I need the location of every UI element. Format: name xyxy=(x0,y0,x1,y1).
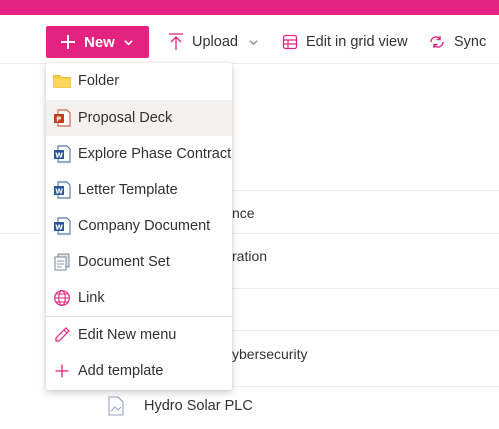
menu-item-label: Explore Phase Contract xyxy=(78,146,232,162)
row-divider xyxy=(232,386,499,387)
word-icon: W xyxy=(53,217,71,235)
folder-icon xyxy=(53,72,71,90)
document-set-icon xyxy=(53,253,71,271)
grid-label: Edit in grid view xyxy=(306,34,408,50)
plus-icon xyxy=(61,35,75,49)
upload-icon xyxy=(169,33,183,50)
menu-item-letter-template[interactable]: W Letter Template xyxy=(46,172,232,208)
menu-item-folder[interactable]: Folder xyxy=(46,63,232,99)
menu-item-link[interactable]: Link xyxy=(46,280,232,316)
menu-item-add-template[interactable]: Add template xyxy=(46,353,232,389)
list-item[interactable]: nce xyxy=(232,205,499,221)
new-button-label: New xyxy=(84,33,115,51)
new-button[interactable]: New xyxy=(46,26,149,58)
menu-item-label: Letter Template xyxy=(78,182,178,198)
word-icon: W xyxy=(53,145,71,163)
menu-item-company-document[interactable]: W Company Document xyxy=(46,208,232,244)
menu-item-label: Proposal Deck xyxy=(78,110,173,126)
row-divider xyxy=(232,330,499,331)
menu-item-edit-new-menu[interactable]: Edit New menu xyxy=(46,317,232,353)
pencil-icon xyxy=(53,326,71,344)
list-item[interactable]: Hydro Solar PLC xyxy=(108,396,253,416)
list-item-label: Hydro Solar PLC xyxy=(144,398,253,414)
upload-button[interactable]: Upload xyxy=(168,26,259,58)
menu-item-explore-phase-contract[interactable]: W Explore Phase Contract xyxy=(46,136,232,172)
menu-item-label: Edit New menu xyxy=(78,327,177,343)
globe-icon xyxy=(53,289,71,307)
word-icon: W xyxy=(53,181,71,199)
row-divider xyxy=(232,190,499,191)
svg-text:W: W xyxy=(55,187,63,195)
suite-header xyxy=(0,0,499,15)
sync-button[interactable]: Sync xyxy=(428,26,486,58)
list-item[interactable]: ybersecurity xyxy=(232,346,499,362)
menu-item-label: Link xyxy=(78,290,105,306)
row-divider xyxy=(232,233,499,234)
command-bar: New Upload Edit in grid view Sync xyxy=(0,15,499,64)
menu-item-proposal-deck[interactable]: P Proposal Deck xyxy=(46,100,232,136)
svg-text:W: W xyxy=(55,223,63,231)
menu-item-label: Document Set xyxy=(78,254,170,270)
chevron-down-icon xyxy=(124,39,133,46)
svg-text:P: P xyxy=(56,115,61,123)
new-menu: Folder P Proposal Deck W Explore Phase C… xyxy=(46,63,232,390)
sync-label: Sync xyxy=(454,34,487,50)
sync-icon xyxy=(430,36,444,48)
document-icon xyxy=(108,396,124,416)
menu-item-label: Company Document xyxy=(78,218,211,234)
menu-item-label: Add template xyxy=(78,363,164,379)
list-item[interactable]: ration xyxy=(232,248,499,264)
left-divider xyxy=(0,233,40,234)
grid-icon xyxy=(282,34,298,50)
svg-text:W: W xyxy=(55,151,63,159)
powerpoint-icon: P xyxy=(53,109,71,127)
menu-item-label: Folder xyxy=(78,73,120,89)
menu-item-document-set[interactable]: Document Set xyxy=(46,244,232,280)
chevron-down-icon xyxy=(249,39,258,45)
edit-grid-view-button[interactable]: Edit in grid view xyxy=(282,26,408,58)
upload-label: Upload xyxy=(192,34,238,50)
plus-icon xyxy=(53,362,71,380)
row-divider xyxy=(232,288,499,289)
